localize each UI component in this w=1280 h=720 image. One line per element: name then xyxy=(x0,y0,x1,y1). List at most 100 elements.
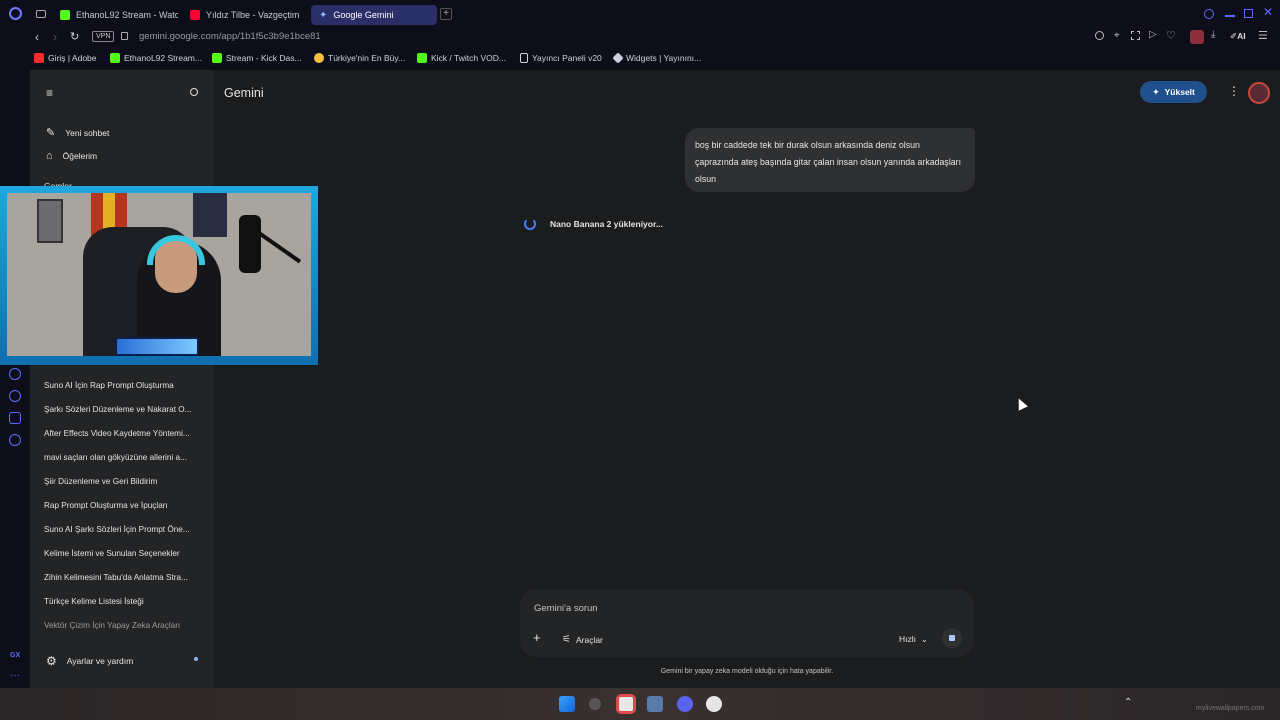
chat-item[interactable]: Suno AI Şarkı Sözleri İçin Prompt Öne... xyxy=(44,525,206,534)
vpn-badge[interactable]: VPN xyxy=(92,31,115,42)
tab-label: Google Gemini xyxy=(333,10,394,20)
chat-item[interactable]: Vektör Çizim İçin Yapay Zeka Araçları xyxy=(44,621,206,630)
heart-icon[interactable]: ♡ xyxy=(1166,29,1176,42)
bookmark-kick-dashboard[interactable]: Stream - Kick Das... xyxy=(212,53,302,63)
webcam-feed xyxy=(7,193,311,356)
mouse-cursor-icon xyxy=(1014,396,1028,411)
more-options-icon[interactable]: ⋮ xyxy=(1228,84,1240,98)
loading-text: Nano Banana 2 yükleniyor... xyxy=(550,219,663,229)
kick-favicon-icon xyxy=(60,10,70,20)
chat-item[interactable]: Şarkı Sözleri Düzenleme ve Nakarat O... xyxy=(44,405,206,414)
chat-item[interactable]: Rap Prompt Oluşturma ve İpuçları xyxy=(44,501,206,510)
my-items-label: Öğelerim xyxy=(62,151,98,161)
bookmark-kick-twitch-vod[interactable]: Kick / Twitch VOD... xyxy=(417,53,506,63)
gemini-sparkle-icon: ✦ xyxy=(319,9,328,21)
more-icon[interactable]: ··· xyxy=(10,670,20,681)
maximize-icon[interactable] xyxy=(1244,9,1253,18)
gemini-page: ≡ ✎ Yeni sohbet ⌂ Öğelerim Gemler Suno A… xyxy=(30,70,1280,688)
forward-icon[interactable]: › xyxy=(53,30,57,44)
snapshot-icon[interactable] xyxy=(1131,31,1140,40)
new-chat-button[interactable]: ✎ Yeni sohbet xyxy=(46,126,109,139)
easy-setup-icon[interactable]: ☰ xyxy=(1258,29,1268,42)
bookmark-label: EthanoL92 Stream... xyxy=(124,53,202,63)
tab-kick-stream[interactable]: EthanoL92 Stream - Watch xyxy=(52,5,178,25)
bookmark-label: Stream - Kick Das... xyxy=(226,53,302,63)
windows-taskbar: ⌃ mylivewallpapers.com xyxy=(0,688,1280,720)
minimize-icon[interactable] xyxy=(1225,15,1235,17)
chat-item[interactable]: Kelime İstemi ve Sunulan Seçenekler xyxy=(44,549,206,558)
steam-taskbar-icon[interactable] xyxy=(706,696,722,712)
player-icon[interactable] xyxy=(9,368,21,380)
search-taskbar-icon[interactable] xyxy=(589,698,601,710)
tools-button[interactable]: ⚟ Araçlar xyxy=(562,634,603,645)
history-icon[interactable] xyxy=(9,390,21,402)
mic-arm xyxy=(257,231,302,264)
kick-favicon-icon xyxy=(110,53,120,63)
play-icon[interactable]: ▷ xyxy=(1149,29,1157,40)
bookmark-widgets[interactable]: Widgets | Yayınını... xyxy=(612,52,702,64)
chat-item[interactable]: mavi saçları olan gökyüzüne allerini a..… xyxy=(44,453,206,462)
channel-logo xyxy=(115,337,199,356)
my-items-button[interactable]: ⌂ Öğelerim xyxy=(46,150,97,162)
add-attachment-button[interactable]: + xyxy=(533,630,541,645)
page-title[interactable]: Gemini xyxy=(224,86,264,100)
kick-favicon-icon xyxy=(417,53,427,63)
reload-icon[interactable]: ↻ xyxy=(70,30,79,43)
sparkle-icon: ✦ xyxy=(1152,86,1160,97)
bookmark-yayinci-paneli[interactable]: Yayıncı Paneli v20 xyxy=(520,53,602,63)
tray-icon[interactable]: ⌃ xyxy=(1124,697,1132,708)
new-chat-label: Yeni sohbet xyxy=(65,127,110,138)
tab-overview-icon[interactable] xyxy=(36,10,46,18)
chat-item[interactable]: Türkçe Kelime Listesi İsteği xyxy=(44,597,206,606)
opera-logo-icon[interactable] xyxy=(9,7,22,20)
bookmark-label: Giriş | Adobe xyxy=(48,53,97,63)
tab-youtube[interactable]: Yıldız Tilbe - Vazgeçtim xyxy=(182,5,306,25)
upgrade-label: Yükselt xyxy=(1164,87,1195,97)
tab-label: Yıldız Tilbe - Vazgeçtim xyxy=(206,10,300,20)
close-icon[interactable]: ✕ xyxy=(1263,5,1273,19)
site-favicon-icon xyxy=(314,53,324,63)
windows-start-icon[interactable] xyxy=(559,696,575,712)
disclaimer-text: Gemini bir yapay zeka modeli olduğu için… xyxy=(660,668,834,675)
search-icon[interactable] xyxy=(190,88,198,96)
discord-icon[interactable] xyxy=(9,412,21,424)
chat-item[interactable]: Şiir Düzenleme ve Geri Bildirim xyxy=(44,477,206,486)
gear-icon: ⚙ xyxy=(46,654,57,668)
wall-poster xyxy=(37,199,63,243)
download-icon[interactable]: ⤓ xyxy=(1211,29,1215,40)
bookmark-ethanol-stream[interactable]: EthanoL92 Stream... xyxy=(110,53,202,63)
chevron-down-icon: ⌄ xyxy=(921,634,928,644)
bookmark-adobe[interactable]: Giriş | Adobe xyxy=(34,53,97,63)
watermark-text: mylivewallpapers.com xyxy=(1196,705,1265,712)
back-icon[interactable]: ‹ xyxy=(35,30,39,44)
discord-taskbar-icon[interactable] xyxy=(677,696,693,712)
kick-favicon-icon xyxy=(212,53,222,63)
search-tabs-icon[interactable] xyxy=(1204,9,1214,19)
gx-label[interactable]: GX xyxy=(10,652,20,659)
aria-ai-button[interactable]: ✐AI xyxy=(1230,31,1246,42)
chat-item[interactable]: After Effects Video Kaydetme Yöntemi... xyxy=(44,429,206,438)
opera-gx-taskbar-icon[interactable] xyxy=(616,694,636,714)
bookmark-turkiye[interactable]: Türkiye'nin En Büy... xyxy=(314,53,405,63)
avatar[interactable] xyxy=(1248,82,1270,104)
zoom-icon[interactable] xyxy=(1095,31,1104,40)
menu-icon[interactable]: ≡ xyxy=(46,86,53,100)
chat-item[interactable]: Zihin Kelimesini Tabu'da Anlatma Stra... xyxy=(44,573,206,582)
bookmark-label: Widgets | Yayınını... xyxy=(626,53,702,63)
new-tab-button[interactable]: + xyxy=(440,8,452,20)
model-mode-dropdown[interactable]: Hızlı ⌄ xyxy=(899,634,928,644)
profile-avatar-icon[interactable] xyxy=(1190,30,1204,44)
settings-gear-icon[interactable] xyxy=(9,434,21,446)
app-taskbar-icon[interactable] xyxy=(647,696,663,712)
stop-button[interactable] xyxy=(942,628,962,648)
settings-help-button[interactable]: ⚙ Ayarlar ve yardım xyxy=(46,654,206,668)
chat-item[interactable]: Suno AI İçin Rap Prompt Oluşturma xyxy=(44,381,206,390)
url-field[interactable]: gemini.google.com/app/1b1f5c3b9e1bce81 xyxy=(139,31,321,42)
prompt-input[interactable]: Gemini'a sorun xyxy=(534,603,598,614)
edit-icon: ✎ xyxy=(46,127,56,139)
settings-label: Ayarlar ve yardım xyxy=(66,656,134,666)
pin-icon[interactable]: ⌖ xyxy=(1114,30,1120,41)
gemini-spinner-icon xyxy=(524,218,536,230)
tab-google-gemini[interactable]: ✦ Google Gemini xyxy=(311,5,437,25)
upgrade-button[interactable]: ✦ Yükselt xyxy=(1140,81,1207,103)
